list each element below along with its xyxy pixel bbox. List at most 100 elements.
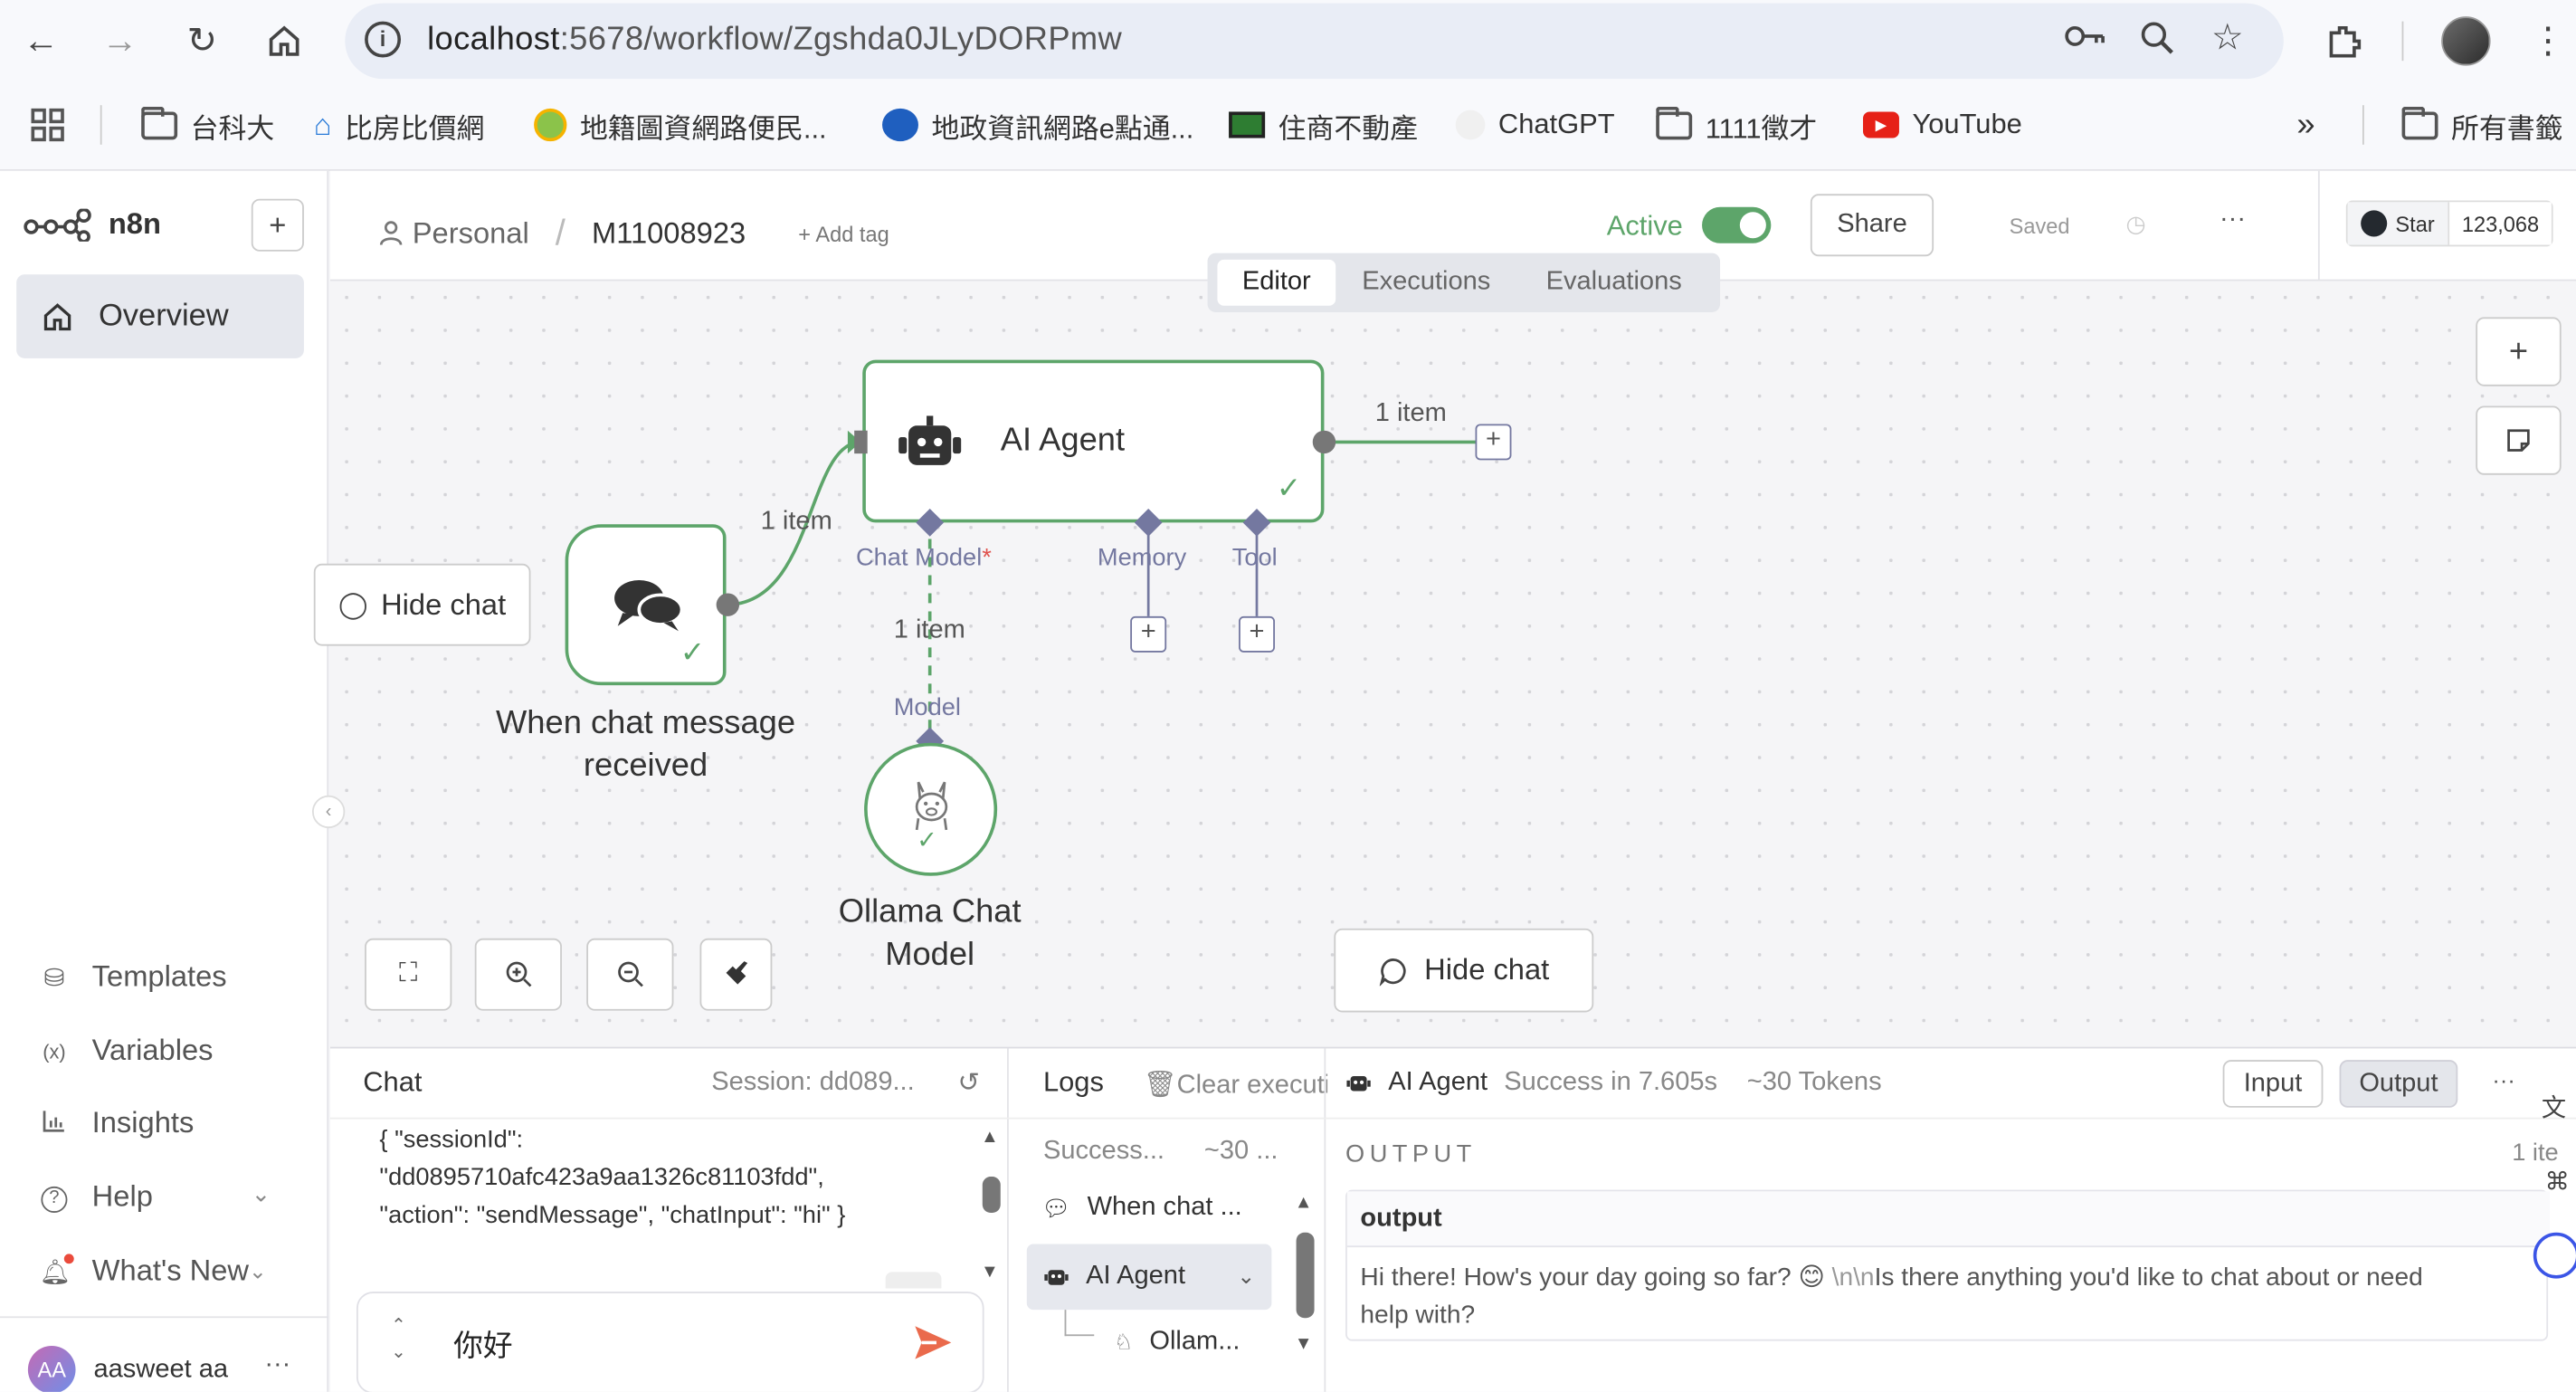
avatar[interactable]: AA xyxy=(27,1346,76,1392)
scrollbar-thumb[interactable] xyxy=(982,1177,1001,1213)
extensions-icon[interactable] xyxy=(2316,14,2372,70)
bookmark-item[interactable]: 地政資訊網路e點通... xyxy=(882,102,1193,148)
add-node-button[interactable]: + xyxy=(2476,317,2562,386)
workflow-name[interactable]: M11008923 xyxy=(592,216,746,251)
log-item-label: AI Agent xyxy=(1086,1262,1186,1291)
reload-icon[interactable]: ↻ xyxy=(174,14,230,70)
node-ai-agent[interactable]: AI Agent ✓ xyxy=(862,359,1325,523)
star-icon[interactable]: ☆ xyxy=(2211,16,2244,59)
chat-icon xyxy=(614,579,684,632)
required-mark: * xyxy=(982,543,992,572)
zoom-out-icon xyxy=(617,961,642,987)
output-panel: AI Agent Success in 7.605s ~30 Tokens In… xyxy=(1326,1048,2576,1391)
header-divider xyxy=(2317,170,2320,281)
apps-grid-icon[interactable]: ⌘ xyxy=(2545,1167,2570,1197)
output-port[interactable] xyxy=(1312,430,1336,454)
bookmark-item[interactable]: ⌂ 比房比價網 xyxy=(314,102,485,148)
add-tool-button[interactable]: + xyxy=(1239,615,1275,653)
output-text: Is there anything you'd like to chat abo… xyxy=(1874,1263,2423,1292)
log-item[interactable]: 💬︎ When chat ... xyxy=(1041,1193,1242,1223)
user-menu-button[interactable]: ··· xyxy=(264,1351,290,1381)
workflow-canvas[interactable]: Editor Executions Evaluations ◯ Hide chat… xyxy=(311,253,2576,1047)
collapse-sidebar-button[interactable]: ‹ xyxy=(311,795,346,829)
bookmark-label: YouTube xyxy=(1912,108,2022,140)
chat-input[interactable]: ⌃ ⌄ 你好 xyxy=(356,1292,984,1392)
bookmark-item[interactable]: ChatGPT xyxy=(1455,102,1615,148)
hide-chat-button-left[interactable]: ◯ Hide chat xyxy=(313,563,531,646)
youtube-icon: ▶ xyxy=(1863,111,1899,138)
bookmark-item[interactable]: 台科大 xyxy=(141,102,274,148)
clear-execution-button[interactable]: 🗑︎Clear executi xyxy=(1144,1068,1327,1101)
scroll-up-icon[interactable]: ▲ xyxy=(1295,1193,1313,1213)
site-info-icon[interactable]: i xyxy=(365,21,402,58)
all-bookmarks[interactable]: 所有書籤 xyxy=(2401,102,2562,148)
forward-icon[interactable]: → xyxy=(92,14,148,70)
scroll-down-icon[interactable]: ▼ xyxy=(981,1262,999,1282)
zoom-in-button[interactable] xyxy=(474,938,562,1011)
log-item[interactable]: ♘ Ollam... xyxy=(1114,1328,1240,1358)
bookmark-item[interactable]: 1111徵才 xyxy=(1656,102,1817,148)
bookmark-item[interactable]: 地籍圖資網路便民... xyxy=(534,102,827,148)
workflow-menu-button[interactable]: ··· xyxy=(2220,205,2246,235)
add-tag-button[interactable]: + Add tag xyxy=(798,221,889,245)
key-icon[interactable] xyxy=(2064,20,2106,62)
translate-icon[interactable]: 文 xyxy=(2542,1090,2566,1124)
more-bookmarks[interactable]: » xyxy=(2296,102,2315,148)
add-next-node-button[interactable]: + xyxy=(1475,424,1512,461)
apps-icon[interactable] xyxy=(30,102,66,148)
tidy-up-button[interactable] xyxy=(699,938,773,1011)
sidebar-item-variables[interactable]: (x) Variables xyxy=(40,1034,214,1068)
input-button[interactable]: Input xyxy=(2222,1060,2324,1108)
breadcrumb-project[interactable]: Personal xyxy=(413,216,529,251)
share-button[interactable]: Share xyxy=(1810,194,1934,257)
sidebar-item-whats-new[interactable]: 🔔︎ What's New ⌄ xyxy=(40,1253,267,1288)
history-icon[interactable]: ◷ xyxy=(2126,210,2146,238)
bookmark-item[interactable]: ▶ YouTube xyxy=(1863,102,2022,148)
output-status: Success in 7.605s xyxy=(1504,1068,1718,1097)
add-button[interactable]: + xyxy=(251,198,304,252)
chevron-down-icon: ⌄ xyxy=(1237,1263,1256,1289)
folder-icon xyxy=(141,106,178,139)
bookmark-label: 比房比價網 xyxy=(345,112,485,144)
node-ollama-chat-model[interactable]: ✓ xyxy=(864,742,998,876)
sidebar-item-help[interactable]: ? Help xyxy=(40,1180,153,1215)
hide-chat-button[interactable]: Hide chat xyxy=(1334,928,1594,1013)
chat-icon: 💬︎ xyxy=(1041,1194,1071,1221)
add-memory-button[interactable]: + xyxy=(1130,615,1167,653)
profile-avatar[interactable] xyxy=(2441,16,2491,66)
sidebar-item-label: Insights xyxy=(91,1105,195,1139)
bookmark-item[interactable]: 住商不動產 xyxy=(1229,102,1418,148)
home-icon[interactable] xyxy=(256,14,312,70)
active-toggle[interactable] xyxy=(1702,206,1772,243)
sidebar-divider xyxy=(0,1316,329,1319)
success-check-icon: ✓ xyxy=(917,826,937,855)
n8n-logo[interactable]: n8n xyxy=(23,207,161,242)
history-nav-icon[interactable]: ⌃ ⌄ xyxy=(391,1313,406,1366)
sidebar-item-templates[interactable]: ⛁ Templates xyxy=(40,959,227,994)
github-star-button[interactable]: Star 123,068 xyxy=(2345,200,2553,247)
scrollbar-thumb[interactable] xyxy=(1296,1232,1315,1319)
sidebar-item-insights[interactable]: Insights xyxy=(40,1106,195,1140)
output-button[interactable]: Output xyxy=(2339,1060,2458,1108)
scroll-down-icon[interactable]: ▼ xyxy=(1295,1334,1313,1354)
sticky-note-button[interactable] xyxy=(2476,405,2562,475)
scroll-up-icon[interactable]: ▲ xyxy=(981,1128,999,1148)
send-icon[interactable] xyxy=(914,1324,954,1360)
input-port[interactable] xyxy=(854,430,868,454)
output-port[interactable] xyxy=(716,593,740,616)
output-menu-button[interactable]: ··· xyxy=(2492,1066,2514,1092)
back-icon[interactable]: ← xyxy=(14,14,70,70)
zoom-out-button[interactable] xyxy=(586,938,674,1011)
output-field-value[interactable]: Hi there! How's your day going so far? 😊… xyxy=(1360,1259,2540,1335)
node-chat-trigger[interactable]: ✓ xyxy=(565,524,727,686)
address-bar[interactable]: i localhost:5678/workflow/Zgshda0JLyDORP… xyxy=(345,3,2284,80)
sidebar-item-label: What's New xyxy=(91,1254,250,1287)
fit-view-button[interactable]: ⛶ xyxy=(365,938,452,1011)
chevron-down-icon[interactable]: ⌄ xyxy=(252,1180,271,1208)
sidebar-item-overview[interactable]: Overview xyxy=(16,274,304,358)
reset-session-icon[interactable]: ↺ xyxy=(958,1066,980,1099)
zoom-icon[interactable] xyxy=(2139,20,2175,66)
assistant-icon[interactable] xyxy=(2533,1232,2576,1279)
browser-menu-icon[interactable]: ⋮ xyxy=(2520,14,2576,70)
log-item-selected[interactable]: AI Agent ⌄ xyxy=(1026,1244,1272,1311)
